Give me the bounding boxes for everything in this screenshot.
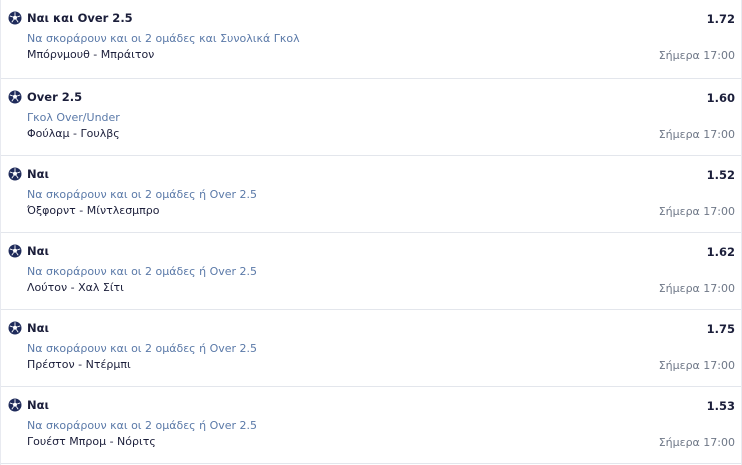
soccer-ball-icon xyxy=(8,90,22,104)
bet-row[interactable]: Ναι 1.75 Να σκοράρουν και οι 2 ομάδες ή … xyxy=(1,310,741,387)
bet-selection: Ναι και Over 2.5 xyxy=(27,11,133,25)
bet-selection: Ναι xyxy=(27,167,50,181)
bet-list: Ναι και Over 2.5 1.72 Να σκοράρουν και ο… xyxy=(0,0,742,465)
bet-time: Σήμερα 17:00 xyxy=(658,49,735,62)
bet-odds: 1.52 xyxy=(706,168,735,182)
bet-market: Γκολ Over/Under xyxy=(27,111,120,124)
bet-selection: Ναι xyxy=(27,398,50,412)
soccer-ball-icon xyxy=(8,398,22,412)
bet-event: Λούτον - Χαλ Σίτι xyxy=(27,281,124,294)
bet-odds: 1.62 xyxy=(706,245,735,259)
bet-market: Να σκοράρουν και οι 2 ομάδες ή Over 2.5 xyxy=(27,265,258,278)
bet-market: Να σκοράρουν και οι 2 ομάδες και Συνολικ… xyxy=(27,32,300,45)
bet-row[interactable]: Ναι 1.53 Να σκοράρουν και οι 2 ομάδες ή … xyxy=(1,387,741,464)
bet-event: Μπόρνμουθ - Μπράιτον xyxy=(27,48,155,61)
bet-selection: Over 2.5 xyxy=(27,90,83,104)
bet-selection: Ναι xyxy=(27,321,50,335)
bet-market: Να σκοράρουν και οι 2 ομάδες ή Over 2.5 xyxy=(27,188,258,201)
soccer-ball-icon xyxy=(8,167,22,181)
bet-row[interactable]: Ναι 1.52 Να σκοράρουν και οι 2 ομάδες ή … xyxy=(1,156,741,233)
bet-odds: 1.53 xyxy=(706,399,735,413)
bet-row[interactable]: Over 2.5 1.60 Γκολ Over/Under Φούλαμ - Γ… xyxy=(1,79,741,156)
bet-market: Να σκοράρουν και οι 2 ομάδες ή Over 2.5 xyxy=(27,342,258,355)
bet-event: Όξφορντ - Μίντλεσμπρο xyxy=(27,204,160,217)
bet-odds: 1.72 xyxy=(706,12,735,26)
bet-time: Σήμερα 17:00 xyxy=(658,128,735,141)
bet-time: Σήμερα 17:00 xyxy=(658,359,735,372)
bet-time: Σήμερα 17:00 xyxy=(658,282,735,295)
soccer-ball-icon xyxy=(8,321,22,335)
soccer-ball-icon xyxy=(8,11,22,25)
bet-event: Πρέστον - Ντέρμπι xyxy=(27,358,131,371)
bet-row[interactable]: Ναι και Over 2.5 1.72 Να σκοράρουν και ο… xyxy=(1,0,741,79)
bet-event: Γουέστ Μπρομ - Νόριτς xyxy=(27,435,156,448)
bet-odds: 1.75 xyxy=(706,322,735,336)
bet-selection: Ναι xyxy=(27,244,50,258)
bet-time: Σήμερα 17:00 xyxy=(658,205,735,218)
bet-time: Σήμερα 17:00 xyxy=(658,436,735,449)
bet-row[interactable]: Ναι 1.62 Να σκοράρουν και οι 2 ομάδες ή … xyxy=(1,233,741,310)
bet-market: Να σκοράρουν και οι 2 ομάδες ή Over 2.5 xyxy=(27,419,258,432)
soccer-ball-icon xyxy=(8,244,22,258)
bet-event: Φούλαμ - Γουλβς xyxy=(27,127,120,140)
bet-odds: 1.60 xyxy=(706,91,735,105)
